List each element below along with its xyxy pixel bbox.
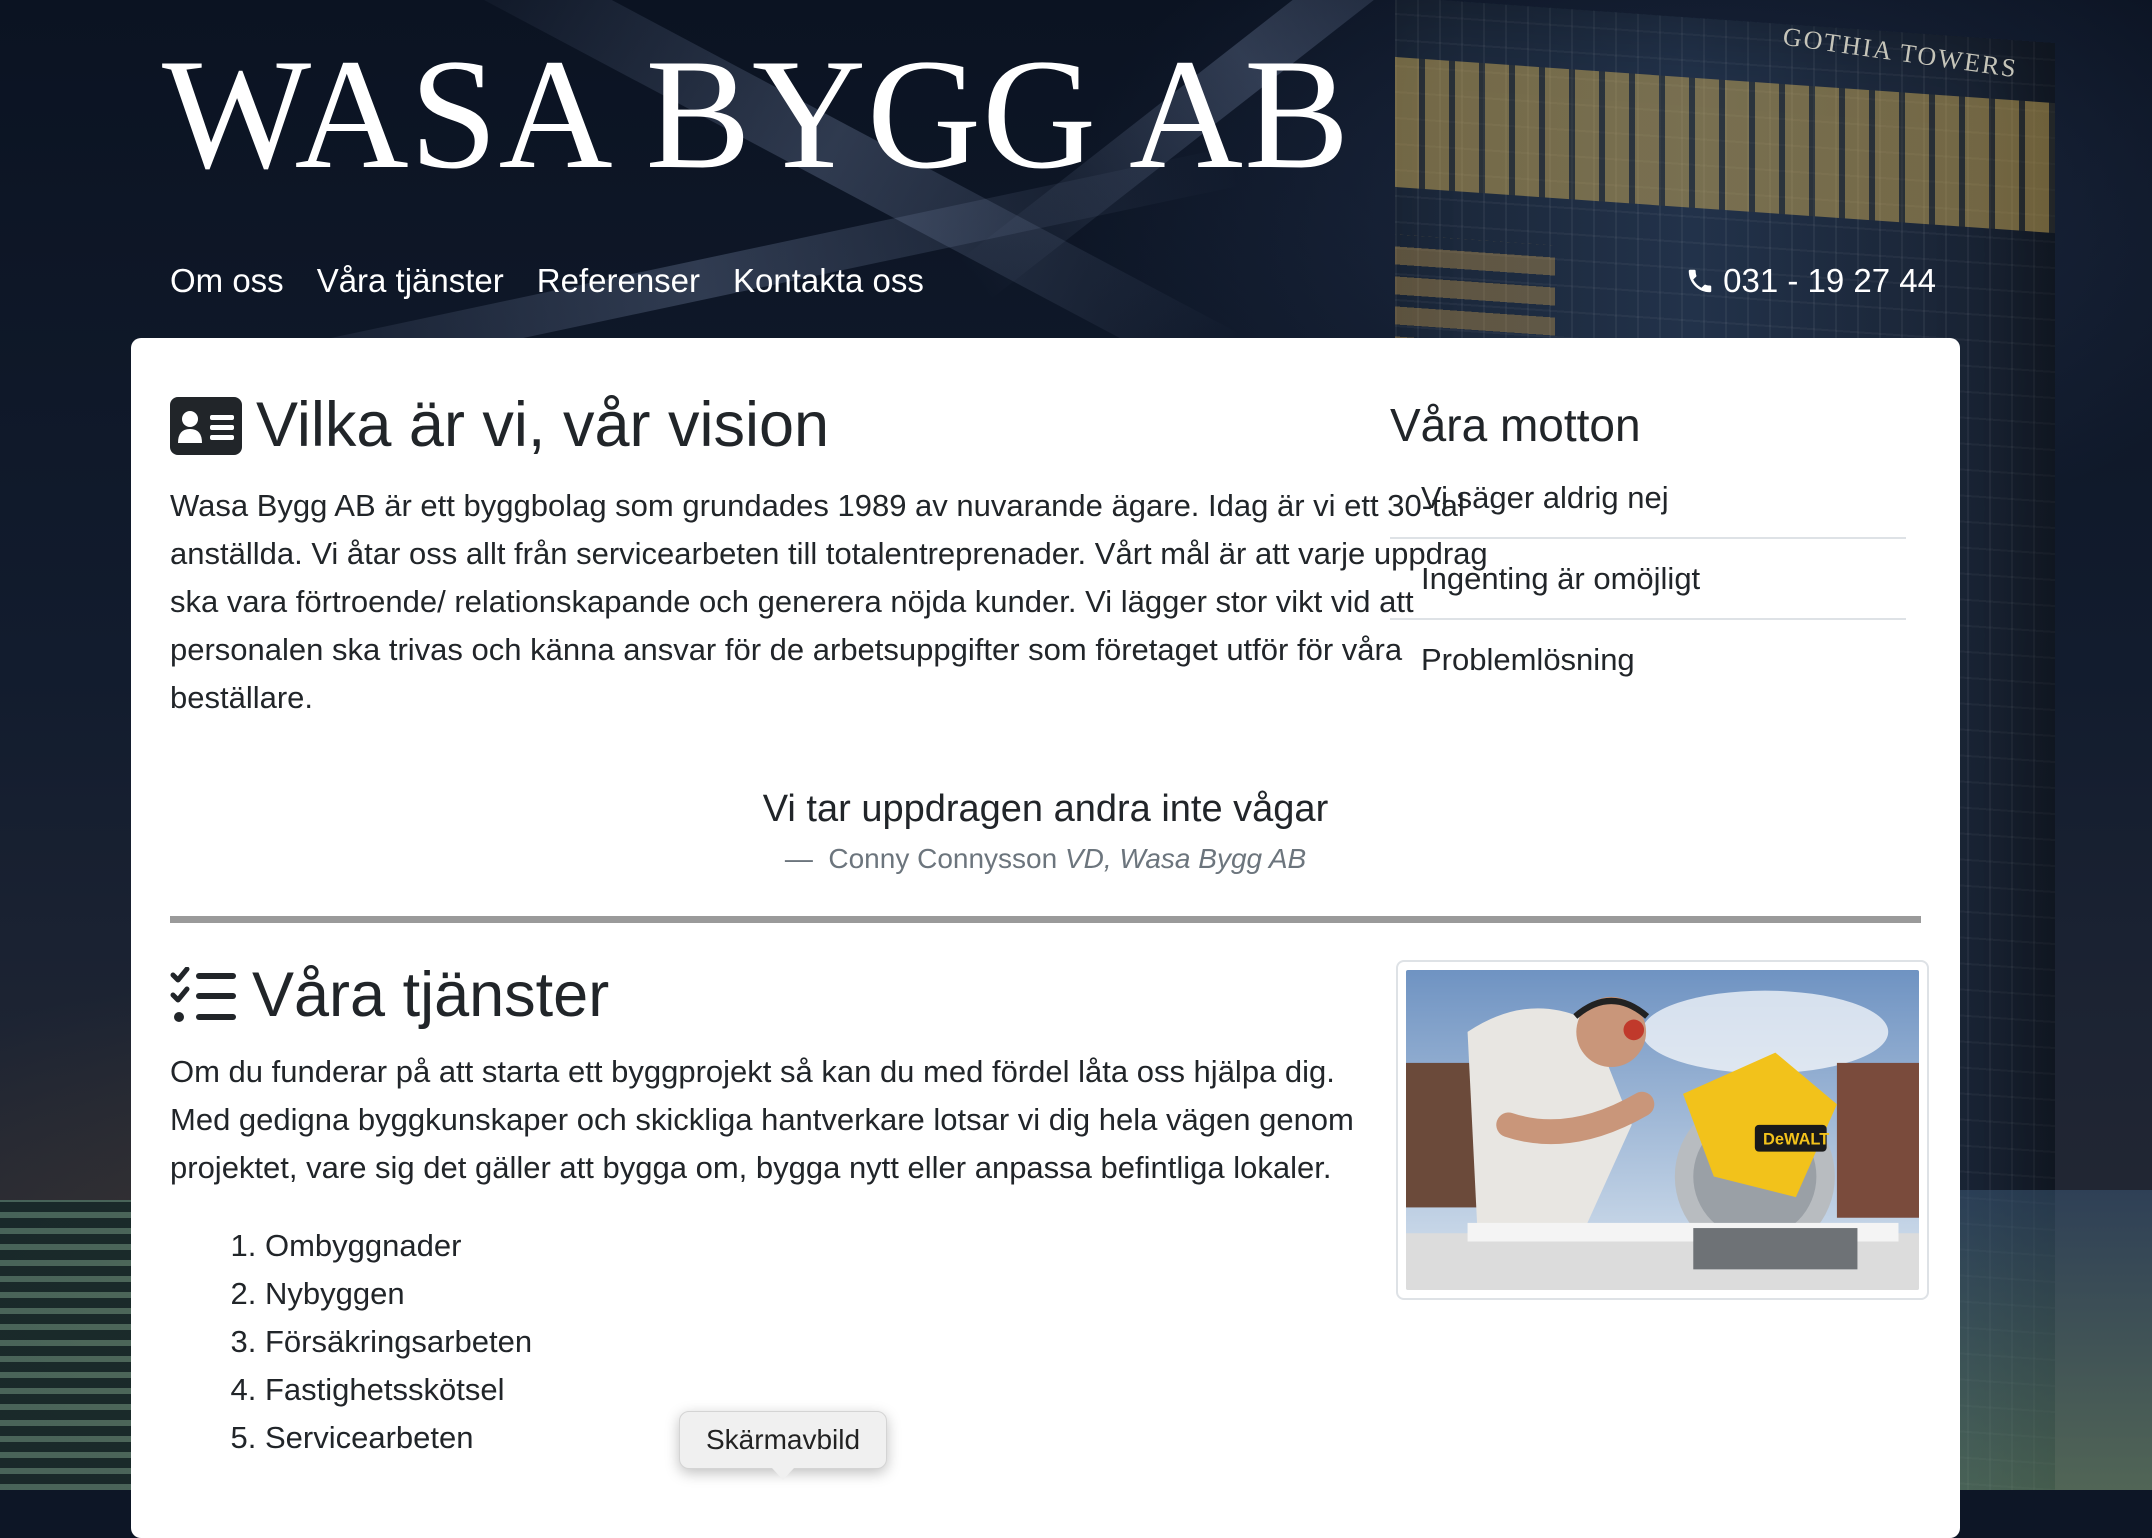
saw-brand: DeWALT <box>1763 1130 1829 1148</box>
tasks-list-icon <box>170 966 236 1022</box>
phone-link[interactable]: 031 - 19 27 44 <box>1685 262 1936 300</box>
about-text: Wasa Bygg AB är ett byggbolag som grunda… <box>170 487 1488 715</box>
quote-attribution: — Conny Connysson VD, Wasa Bygg AB <box>131 843 1960 875</box>
screenshot-tooltip: Skärmavbild <box>679 1411 888 1480</box>
phone-icon <box>1688 269 1712 293</box>
list-item: Ombyggnader <box>265 1222 1400 1270</box>
quote-author: Conny Connysson <box>828 843 1058 874</box>
ceo-quote: Vi tar uppdragen andra inte vågar — Conn… <box>131 788 1960 875</box>
section-divider <box>170 916 1921 923</box>
nav-kontakta-oss[interactable]: Kontakta oss <box>733 262 924 300</box>
services-text: Om du funderar på att starta ett byggpro… <box>170 1053 1354 1185</box>
worker-photo: DeWALT <box>1396 960 1929 1300</box>
list-item: Försäkringsarbeten <box>265 1318 1400 1366</box>
mitre-saw-image: DeWALT <box>1406 970 1919 1290</box>
motto-item: Problemlösning <box>1421 642 1635 677</box>
list-item: Fastighetsskötsel <box>265 1366 1400 1414</box>
quote-dash: — <box>784 843 813 874</box>
mottos-sidebar: Våra motton Vi säger aldrig nej Ingentin… <box>1390 398 1906 699</box>
list-item: Nybyggen <box>265 1270 1400 1318</box>
brand-logo[interactable]: WASA BYGG AB <box>162 28 1350 202</box>
nav-om-oss[interactable]: Om oss <box>170 262 284 300</box>
motto-item: Vi säger aldrig nej <box>1390 458 1906 539</box>
quote-role: VD, Wasa Bygg AB <box>1064 843 1307 874</box>
content-card: Vilka är vi, vår vision Wasa Bygg AB är … <box>131 338 1960 1538</box>
quote-text: Vi tar uppdragen andra inte vågar <box>762 788 1329 830</box>
nav-referenser[interactable]: Referenser <box>537 262 700 300</box>
services-section: Våra tjänster Om du funderar på att star… <box>170 958 1400 1462</box>
services-title: Våra tjänster <box>252 960 610 1030</box>
about-heading: Vilka är vi, vår vision <box>170 388 1490 464</box>
phone-number: 031 - 19 27 44 <box>1723 262 1936 299</box>
services-heading: Våra tjänster <box>170 958 1400 1034</box>
about-section: Vilka är vi, vår vision Wasa Bygg AB är … <box>170 388 1490 722</box>
about-title: Vilka är vi, vår vision <box>256 390 830 460</box>
mottos-title: Våra motton <box>1390 399 1641 451</box>
main-nav: Om oss Våra tjänster Referenser Kontakta… <box>170 262 924 300</box>
id-card-icon <box>170 396 242 455</box>
motto-item: Ingenting är omöjligt <box>1390 539 1906 620</box>
nav-vara-tjanster[interactable]: Våra tjänster <box>317 262 504 300</box>
